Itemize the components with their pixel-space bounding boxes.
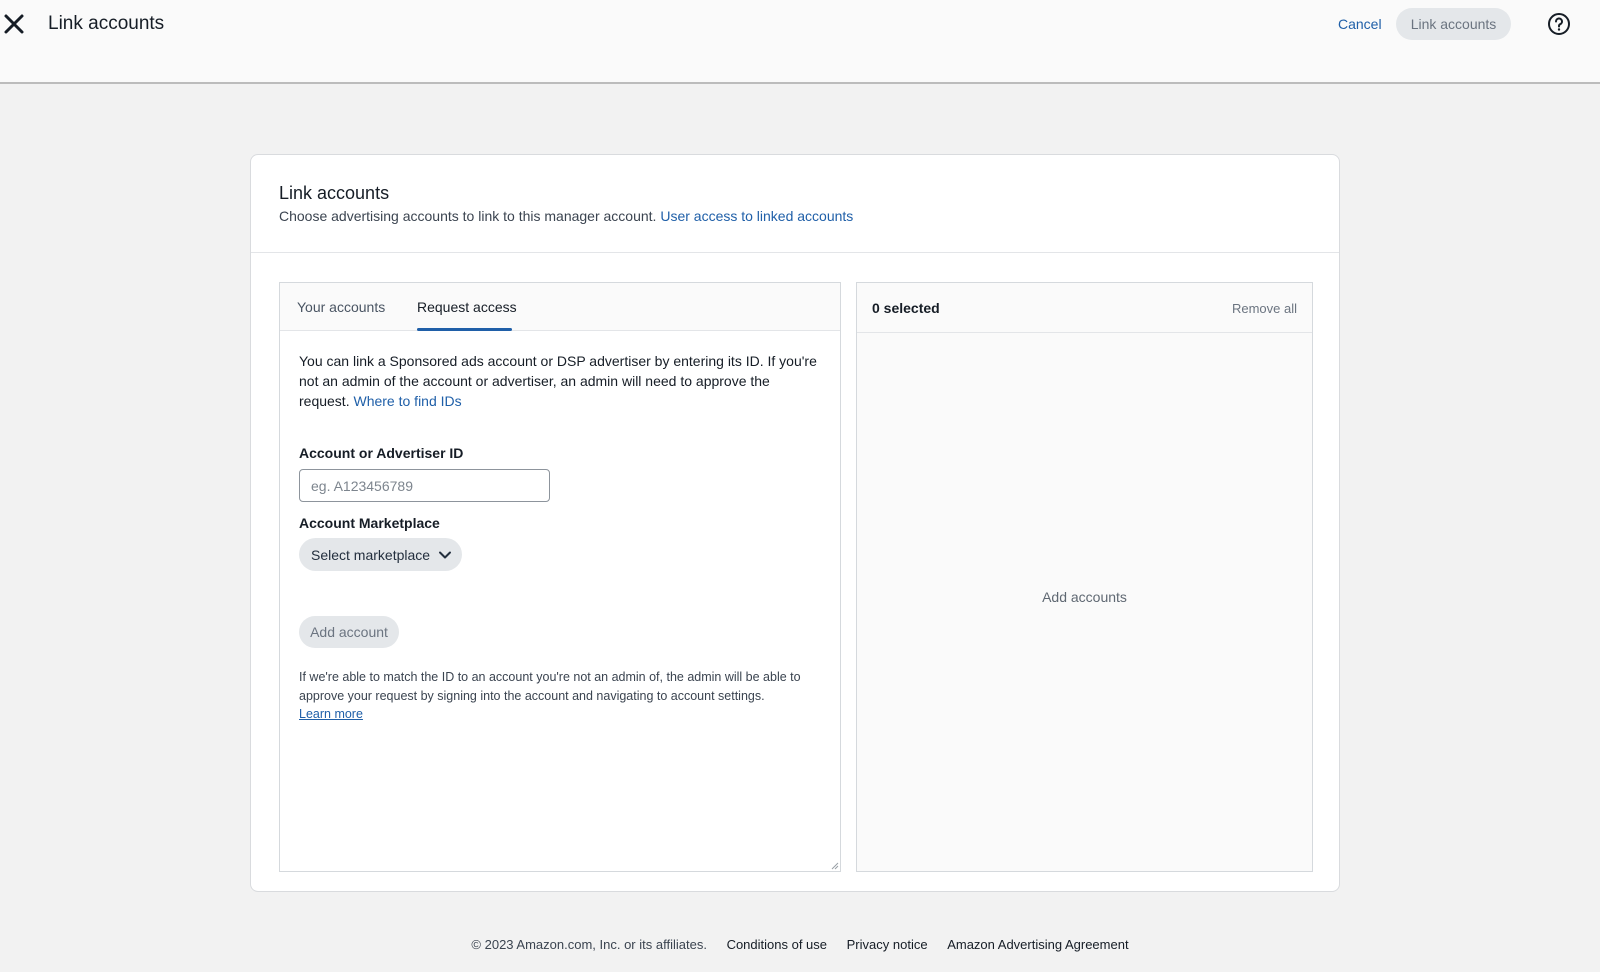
remove-all-button[interactable]: Remove all <box>1232 301 1297 316</box>
help-icon[interactable] <box>1547 12 1571 36</box>
close-icon[interactable] <box>2 12 26 36</box>
marketplace-select[interactable]: Select marketplace <box>299 538 462 571</box>
top-bar: Link accounts Cancel Link accounts <box>0 0 1600 84</box>
active-tab-indicator <box>417 328 512 331</box>
tab-your-accounts[interactable]: Your accounts <box>297 299 385 315</box>
card-subtitle: Choose advertising accounts to link to t… <box>279 208 853 224</box>
chevron-down-icon <box>439 551 451 559</box>
cancel-link[interactable]: Cancel <box>1338 16 1382 32</box>
account-id-input[interactable] <box>299 469 550 502</box>
page-title: Link accounts <box>48 13 165 34</box>
tab-request-access[interactable]: Request access <box>417 299 517 315</box>
intro-text: You can link a Sponsored ads account or … <box>299 351 819 411</box>
card-title: Link accounts <box>279 183 390 203</box>
link-accounts-button[interactable]: Link accounts <box>1396 8 1511 40</box>
tab-bar: Your accounts Request access <box>280 283 840 331</box>
request-access-panel: Your accounts Request access You can lin… <box>279 282 841 872</box>
add-account-button[interactable]: Add account <box>299 616 399 648</box>
selected-count: 0 selected <box>872 300 940 316</box>
where-to-find-ids-link[interactable]: Where to find IDs <box>353 393 461 409</box>
approval-note-text: If we're able to match the ID to an acco… <box>299 670 801 703</box>
privacy-notice-link[interactable]: Privacy notice <box>847 937 928 952</box>
learn-more-link[interactable]: Learn more <box>299 707 363 721</box>
id-field-label: Account or Advertiser ID <box>299 445 464 461</box>
copyright-text: © 2023 Amazon.com, Inc. or its affiliate… <box>471 937 707 952</box>
link-accounts-card: Link accounts Choose advertising account… <box>250 154 1340 892</box>
user-access-link[interactable]: User access to linked accounts <box>660 208 853 224</box>
advertising-agreement-link[interactable]: Amazon Advertising Agreement <box>947 937 1128 952</box>
card-subtitle-text: Choose advertising accounts to link to t… <box>279 208 657 224</box>
footer: © 2023 Amazon.com, Inc. or its affiliate… <box>0 937 1600 952</box>
selected-accounts-panel: 0 selected Remove all Add accounts <box>856 282 1313 872</box>
card-header: Link accounts Choose advertising account… <box>251 155 1339 253</box>
conditions-of-use-link[interactable]: Conditions of use <box>727 937 827 952</box>
empty-state-message: Add accounts <box>1042 589 1127 605</box>
marketplace-label: Account Marketplace <box>299 515 440 531</box>
approval-note: If we're able to match the ID to an acco… <box>299 668 819 724</box>
resize-grip-icon[interactable] <box>831 862 839 870</box>
selected-header: 0 selected Remove all <box>857 283 1312 333</box>
marketplace-select-label: Select marketplace <box>311 546 431 563</box>
